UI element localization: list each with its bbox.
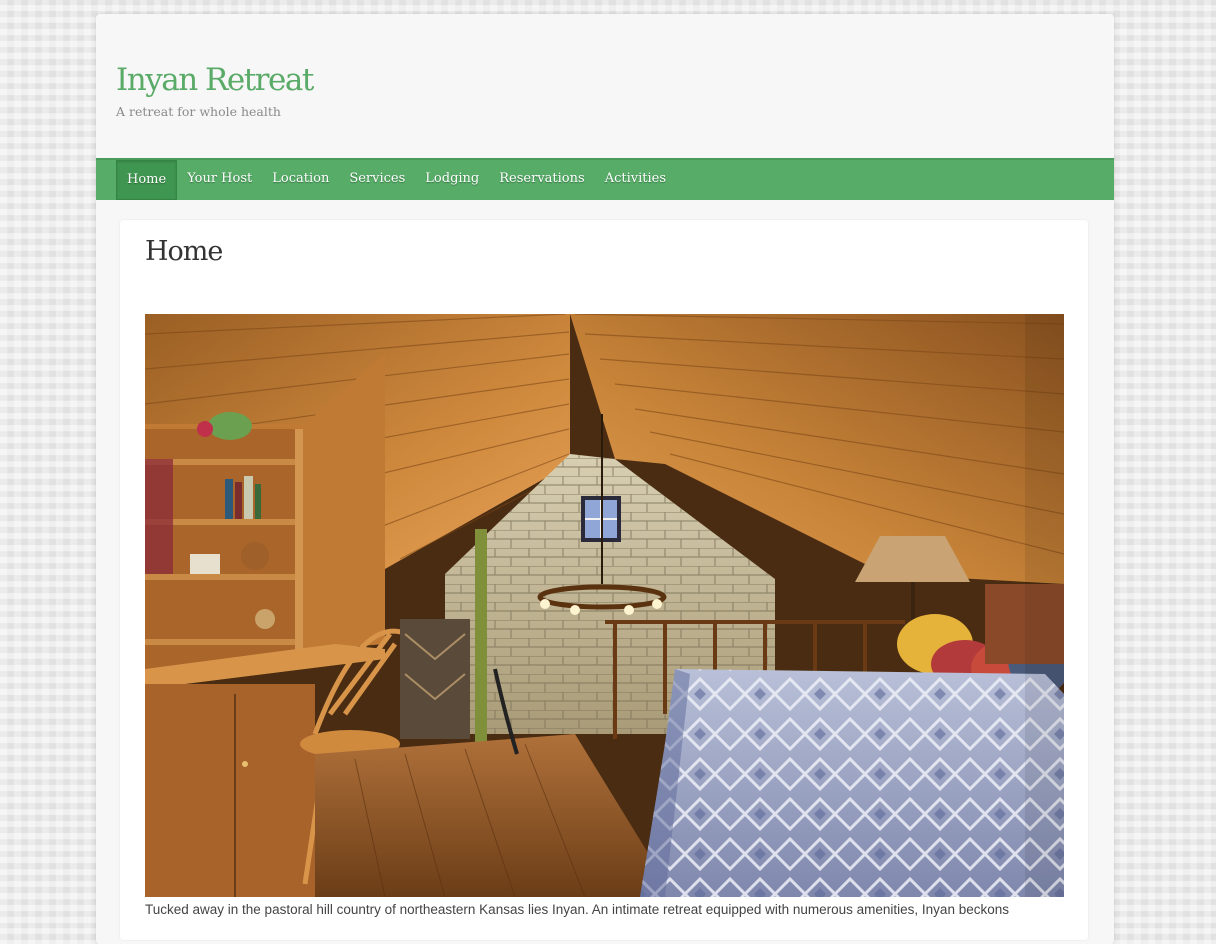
content-area: Home Tucked away in the pastoral hill co… xyxy=(120,220,1088,940)
site-title[interactable]: Inyan Retreat xyxy=(116,62,314,98)
nav-item-activities[interactable]: Activities xyxy=(595,160,676,200)
nav-item-lodging[interactable]: Lodging xyxy=(415,160,489,200)
hero-photo-loft-bedroom xyxy=(145,314,1064,897)
nav-item-home[interactable]: Home xyxy=(116,160,178,200)
page-wrapper: Inyan Retreat A retreat for whole health… xyxy=(96,14,1114,944)
intro-paragraph: Tucked away in the pastoral hill country… xyxy=(145,902,1009,917)
nav-item-your-host[interactable]: Your Host xyxy=(177,160,262,200)
nav-item-reservations[interactable]: Reservations xyxy=(489,160,594,200)
main-navigation: Home Your Host Location Services Lodging… xyxy=(96,158,1114,200)
nav-item-location[interactable]: Location xyxy=(262,160,339,200)
page-title: Home xyxy=(145,236,223,267)
site-tagline: A retreat for whole health xyxy=(116,104,281,119)
nav-list: Home Your Host Location Services Lodging… xyxy=(96,160,1114,200)
nav-item-services[interactable]: Services xyxy=(339,160,415,200)
